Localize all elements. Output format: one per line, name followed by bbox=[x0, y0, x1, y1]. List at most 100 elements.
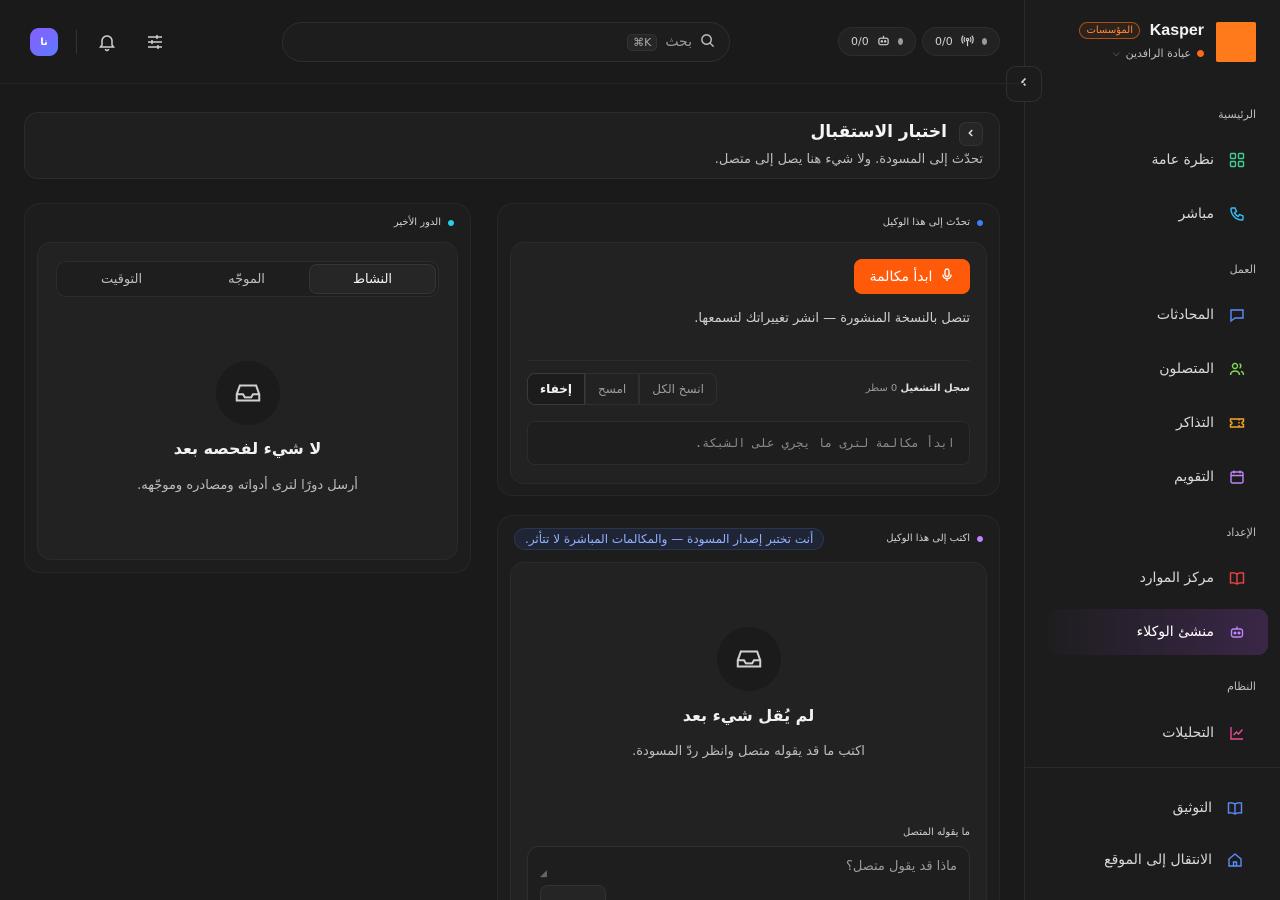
sidebar-item-overview[interactable]: نظرة عامة bbox=[1048, 137, 1268, 183]
chevron-down-icon: ⌵ bbox=[1112, 48, 1120, 59]
sidebar-item-analytics[interactable]: التحليلات bbox=[1048, 710, 1268, 756]
sidebar-item-label: المحادثات bbox=[1156, 307, 1214, 323]
empty-title: لا شيء لفحصه بعد bbox=[173, 439, 322, 458]
sidebar-item-label: مركز الموارد bbox=[1139, 570, 1214, 586]
page-header: اختبار الاستقبال تحدّث إلى المسودة. ولا … bbox=[24, 112, 1000, 179]
home-icon bbox=[1226, 851, 1244, 869]
plan-badge: المؤسسات bbox=[1079, 22, 1140, 39]
tab-timing[interactable]: التوقيت bbox=[59, 264, 184, 294]
search-icon bbox=[700, 33, 715, 52]
bot-icon bbox=[1228, 623, 1246, 641]
hide-button[interactable]: إخفاء bbox=[527, 373, 586, 405]
inspect-card: النشاط الموجّه التوقيت لا شيء لفحصه بعد … bbox=[37, 242, 458, 560]
caller-says-label: ما يقوله المتصل bbox=[902, 827, 970, 838]
bell-icon[interactable] bbox=[95, 30, 119, 54]
panel-label: تحدّث إلى هذا الوكيل bbox=[883, 217, 983, 228]
sidebar-item-agent-builder[interactable]: منشئ الوكلاء bbox=[1048, 609, 1268, 655]
run-log-label: سجل التشغيل 0 سطر bbox=[866, 383, 970, 394]
inbox-icon bbox=[717, 627, 781, 691]
sidebar-item-docs[interactable]: التوثيق bbox=[1048, 785, 1264, 831]
top-bar: 0/0 0/0 بحث ⌘K نا bbox=[0, 0, 1024, 84]
sidebar-item-label: التوثيق bbox=[1172, 800, 1212, 816]
empty-subtitle: اكتب ما قد يقوله متصل وانظر ردّ المسودة. bbox=[632, 744, 865, 759]
panel-label-text: اكتب إلى هذا الوكيل bbox=[886, 533, 970, 544]
sidebar-item-resources[interactable]: مركز الموارد bbox=[1048, 555, 1268, 601]
start-call-label: ابدأ مكالمة bbox=[869, 268, 933, 285]
grid-icon bbox=[1228, 151, 1246, 169]
nav-section-home: الرئيسية bbox=[1218, 108, 1256, 121]
sidebar-item-calendar[interactable]: التقويم bbox=[1048, 454, 1268, 500]
status-dot bbox=[981, 38, 987, 45]
input-placeholder: ماذا قد يقول متصل؟ bbox=[845, 859, 957, 874]
chat-icon bbox=[1228, 306, 1246, 324]
nav-section-system: النظام bbox=[1227, 680, 1256, 693]
log-actions: انسخ الكل امسح إخفاء bbox=[527, 373, 717, 405]
workspace-name: عيادة الرافدين bbox=[1125, 47, 1191, 60]
sidebar-item-label: نظرة عامة bbox=[1151, 152, 1214, 168]
empty-subtitle: أرسل دورًا لترى أدواته ومصادره وموجّهه. bbox=[137, 478, 358, 493]
bot-sessions-counter[interactable]: 0/0 bbox=[838, 27, 916, 56]
inspect-tabs: النشاط الموجّه التوقيت bbox=[56, 261, 439, 297]
settings-sliders-icon[interactable] bbox=[143, 30, 167, 54]
sidebar-item-go-to-site[interactable]: الانتقال إلى الموقع bbox=[1048, 837, 1264, 883]
book-icon bbox=[1228, 569, 1246, 587]
status-dot bbox=[977, 535, 983, 542]
caller-message-input[interactable]: ماذا قد يقول متصل؟ ◢ bbox=[527, 846, 970, 900]
brand-logo bbox=[1216, 22, 1256, 62]
sidebar-item-live[interactable]: مباشر bbox=[1048, 191, 1268, 237]
live-calls-counter[interactable]: 0/0 bbox=[922, 27, 1000, 56]
tab-prompt[interactable]: الموجّه bbox=[184, 264, 309, 294]
panel-label-text: الدور الأخير bbox=[393, 217, 441, 228]
live-count: 0/0 bbox=[935, 35, 953, 48]
search-shortcut: ⌘K bbox=[627, 33, 658, 51]
sidebar-item-label: المتصلون bbox=[1159, 361, 1214, 377]
chart-icon bbox=[1228, 724, 1246, 742]
status-dot bbox=[897, 38, 903, 45]
users-icon bbox=[1228, 360, 1246, 378]
back-button[interactable] bbox=[959, 122, 983, 146]
run-log-count: 0 سطر bbox=[865, 383, 898, 394]
inbox-icon bbox=[216, 361, 280, 425]
copy-all-button[interactable]: انسخ الكل bbox=[639, 373, 717, 405]
bot-icon bbox=[877, 34, 890, 50]
run-log-title: سجل التشغيل bbox=[900, 383, 970, 394]
send-button[interactable] bbox=[540, 885, 606, 900]
draft-notice-badge: أنت تختبر إصدار المسودة — والمكالمات الم… bbox=[514, 528, 825, 550]
tab-activity[interactable]: النشاط bbox=[309, 264, 436, 294]
search-input[interactable]: بحث ⌘K bbox=[282, 22, 730, 62]
sidebar-item-label: منشئ الوكلاء bbox=[1136, 624, 1214, 640]
sidebar-item-conversations[interactable]: المحادثات bbox=[1048, 292, 1268, 338]
call-card: ابدأ مكالمة تتصل بالنسخة المنشورة — انشر… bbox=[510, 242, 987, 484]
sidebar-item-label: مباشر bbox=[1178, 206, 1214, 222]
microphone-icon bbox=[940, 267, 954, 286]
avatar[interactable]: نا bbox=[30, 28, 58, 56]
status-dot bbox=[977, 219, 983, 226]
sidebar-divider bbox=[1024, 767, 1280, 768]
divider bbox=[76, 30, 77, 54]
bot-count: 0/0 bbox=[851, 35, 869, 48]
divider bbox=[527, 360, 970, 361]
ticket-icon bbox=[1228, 414, 1246, 432]
sidebar-item-label: الانتقال إلى الموقع bbox=[1104, 852, 1212, 868]
docs-icon bbox=[1226, 799, 1244, 817]
clear-button[interactable]: امسح bbox=[585, 373, 640, 405]
page-title: اختبار الاستقبال bbox=[810, 122, 948, 142]
sidebar-item-label: التحليلات bbox=[1162, 725, 1214, 741]
sidebar-item-tickets[interactable]: التذاكر bbox=[1048, 400, 1268, 446]
page-subtitle: تحدّث إلى المسودة. ولا شيء هنا يصل إلى م… bbox=[714, 152, 983, 167]
panel-label: اكتب إلى هذا الوكيل bbox=[886, 533, 983, 544]
panel-label-text: تحدّث إلى هذا الوكيل bbox=[882, 217, 970, 228]
antenna-icon bbox=[960, 34, 974, 50]
workspace-selector[interactable]: عيادة الرافدين ⌵ bbox=[1113, 47, 1204, 60]
brand-switcher[interactable]: Kasper المؤسسات عيادة الرافدين ⌵ bbox=[1036, 20, 1256, 62]
talk-to-agent-panel: تحدّث إلى هذا الوكيل ابدأ مكالمة تتصل با… bbox=[497, 203, 1000, 496]
start-call-button[interactable]: ابدأ مكالمة bbox=[854, 259, 970, 294]
chevron-left-icon bbox=[966, 127, 976, 141]
write-to-agent-panel: اكتب إلى هذا الوكيل أنت تختبر إصدار المس… bbox=[497, 515, 1000, 900]
workspace-status-dot bbox=[1197, 50, 1204, 57]
nav-section-setup: الإعداد bbox=[1226, 526, 1256, 539]
panel-label: الدور الأخير bbox=[394, 217, 454, 228]
nav-section-work: العمل bbox=[1229, 263, 1256, 276]
sidebar-item-callers[interactable]: المتصلون bbox=[1048, 346, 1268, 392]
resize-handle-icon[interactable]: ◢ bbox=[540, 869, 547, 879]
